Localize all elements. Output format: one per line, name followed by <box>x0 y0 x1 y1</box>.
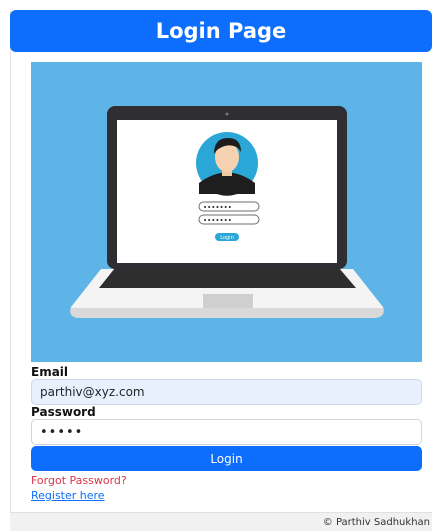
svg-text:Login: Login <box>220 235 234 241</box>
laptop-illustration: dreamstime ••••••• ••••••• Login <box>70 106 384 318</box>
cropped-heading-strip <box>0 0 432 10</box>
email-label: Email <box>31 365 69 379</box>
keyboard <box>99 268 356 288</box>
forgot-password-link[interactable]: Forgot Password? <box>31 474 127 487</box>
page-title: Login Page <box>155 19 287 43</box>
footer: © Parthiv Sadhukhan <box>10 512 432 531</box>
password-field[interactable]: ••••• <box>31 419 422 445</box>
hero-image: dreamstime ••••••• ••••••• Login <box>31 62 422 362</box>
password-label: Password <box>31 405 96 419</box>
touchpad <box>203 294 253 308</box>
register-link[interactable]: Register here <box>31 489 105 502</box>
page-header: Login Page <box>10 10 432 52</box>
svg-text:•••••••: ••••••• <box>203 217 232 225</box>
email-field[interactable]: parthiv@xyz.com <box>31 379 422 405</box>
svg-text:•••••••: ••••••• <box>203 204 232 212</box>
footer-copyright: © Parthiv Sadhukhan <box>322 517 430 528</box>
login-button[interactable]: Login <box>31 446 422 471</box>
